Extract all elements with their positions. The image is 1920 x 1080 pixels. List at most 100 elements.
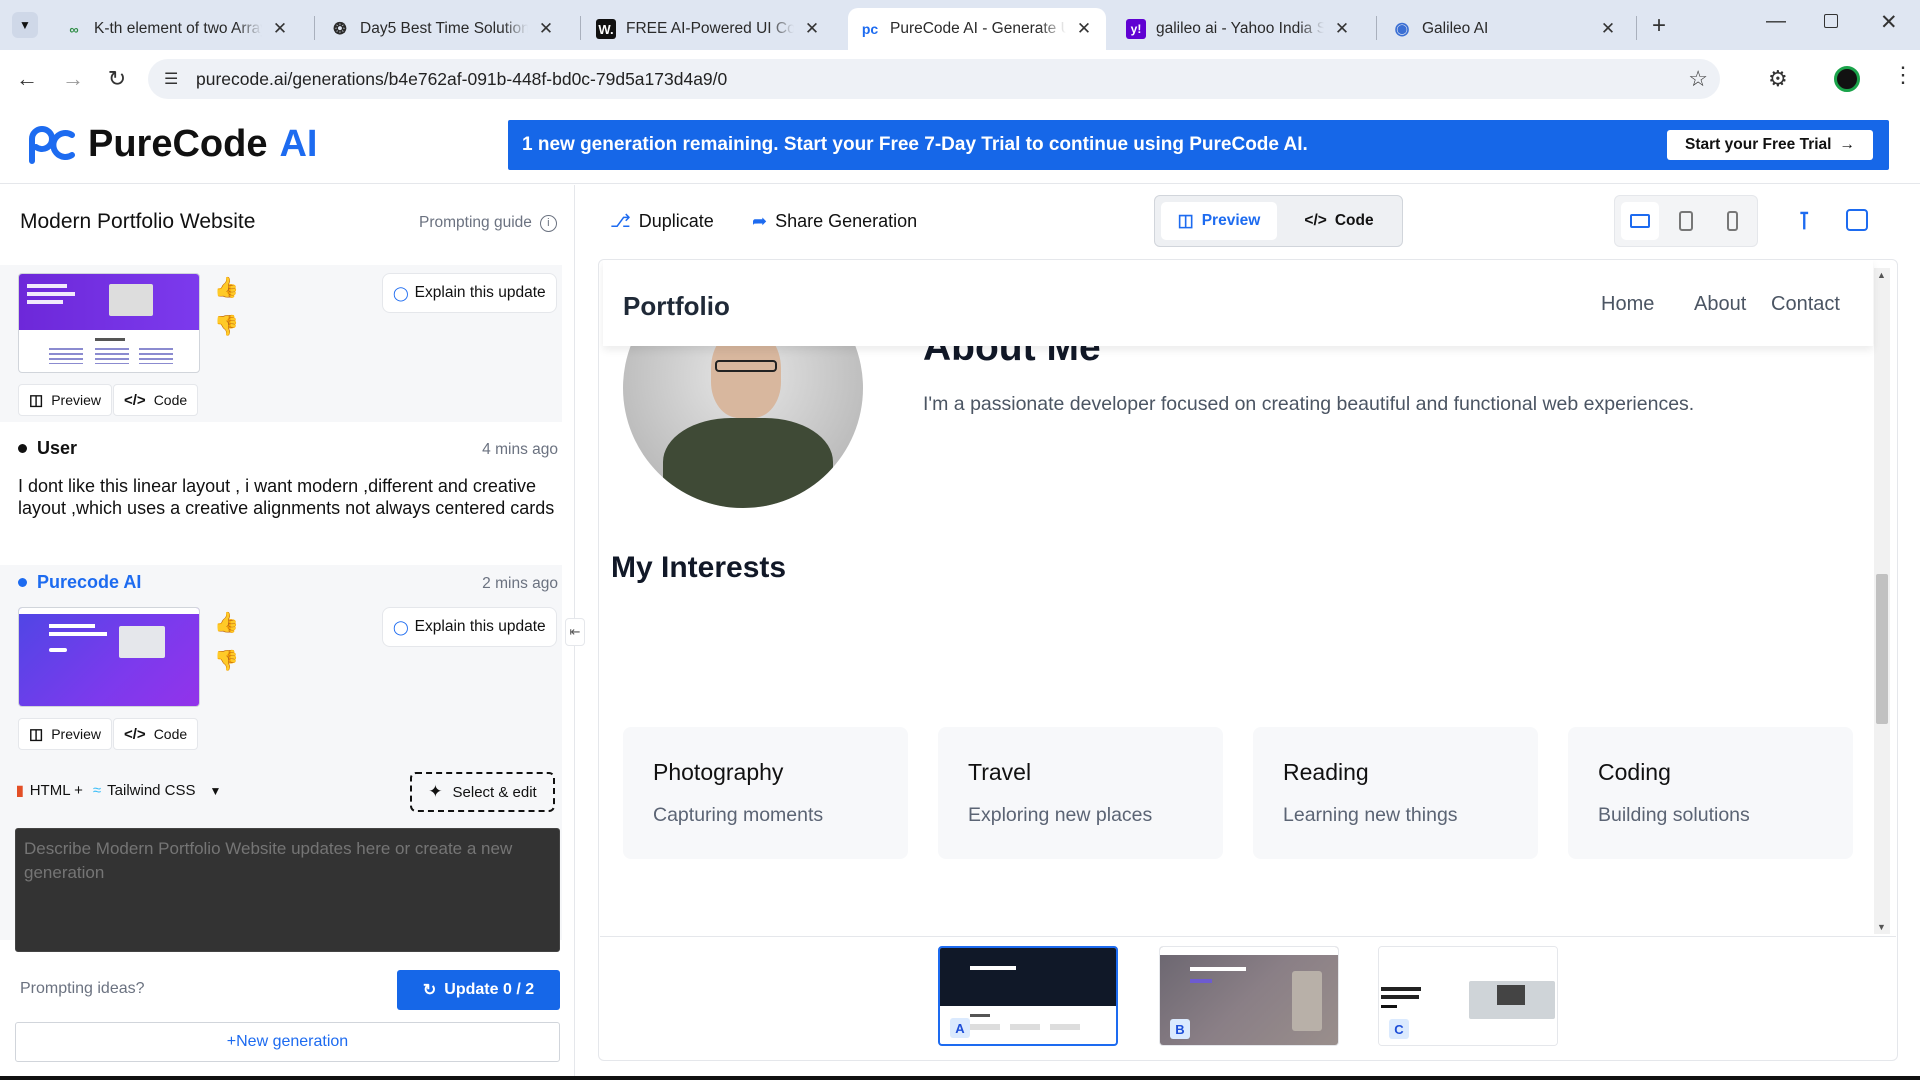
select-edit-button[interactable]: ✦ Select & edit [410, 772, 555, 812]
browser-tab[interactable]: ❂ Day5 Best Time Solution ✕ [318, 8, 568, 50]
logo-brand-text: PureCode [88, 123, 268, 165]
stack-html-label: HTML + [29, 782, 83, 799]
code-button[interactable]: </> Code [113, 384, 199, 416]
generation-thumbnail[interactable] [18, 607, 200, 707]
thumbs-down-icon[interactable]: 👎 [214, 313, 239, 338]
minimize-icon[interactable]: — [1766, 10, 1786, 33]
variant-thumbnail-c[interactable]: C [1378, 946, 1558, 1046]
code-icon: </> [124, 391, 146, 409]
browser-tab-active[interactable]: pc PureCode AI - Generate UI ✕ [848, 8, 1106, 50]
interest-card[interactable]: Reading Learning new things [1253, 727, 1538, 859]
layout-icon: ◫ [29, 392, 44, 409]
interest-card[interactable]: Photography Capturing moments [623, 727, 908, 859]
close-tab-icon[interactable]: ✕ [802, 19, 822, 39]
mobile-icon[interactable] [1713, 202, 1751, 240]
logo-ai-text: AI [279, 123, 318, 165]
preview-nav-about[interactable]: About [1694, 293, 1746, 316]
close-tab-icon[interactable]: ✕ [1598, 19, 1618, 39]
thumbs-down-icon[interactable]: 👎 [214, 648, 239, 673]
reload-icon[interactable]: ↻ [102, 64, 132, 94]
scroll-up-icon[interactable]: ▲ [1877, 270, 1886, 280]
code-icon: </> [1304, 212, 1327, 229]
prompting-ideas-link[interactable]: Prompting ideas? [20, 980, 145, 998]
preview-button[interactable]: ◫ Preview [18, 718, 112, 750]
address-bar[interactable]: ☰ purecode.ai/generations/b4e762af-091b-… [148, 59, 1720, 99]
chat-panel: Modern Portfolio Website Prompting guide… [0, 185, 585, 1080]
fork-icon: ⎇ [610, 211, 631, 231]
close-tab-icon[interactable]: ✕ [1074, 19, 1094, 39]
preview-nav-home[interactable]: Home [1601, 293, 1654, 316]
code-button[interactable]: </> Code [113, 718, 199, 750]
profile-avatar[interactable] [1834, 66, 1860, 92]
open-editor-icon[interactable] [1846, 209, 1868, 231]
browser-menu-icon[interactable]: ⋮ [1892, 62, 1914, 88]
close-window-icon[interactable]: ✕ [1880, 10, 1898, 35]
openai-icon: ❂ [333, 21, 347, 38]
close-tab-icon[interactable]: ✕ [270, 19, 290, 39]
user-message-text: I dont like this linear layout , i want … [18, 476, 555, 518]
tab-search-button[interactable]: ▼ [12, 12, 38, 38]
status-dot [18, 444, 27, 453]
start-free-trial-button[interactable]: Start your Free Trial → [1667, 130, 1873, 160]
chat-bubble-icon: ◯ [393, 618, 409, 635]
browser-tab[interactable]: ∞ K-th element of two Arrays ✕ [52, 8, 302, 50]
tailwind-icon: ≈ [92, 782, 102, 799]
close-tab-icon[interactable]: ✕ [536, 19, 556, 39]
new-generation-button[interactable]: +New generation [15, 1022, 560, 1062]
stack-selector[interactable]: ▮ HTML + ≈ Tailwind CSS ▼ [16, 782, 221, 799]
variant-thumbnail-a[interactable]: A [938, 946, 1118, 1046]
interest-card[interactable]: Travel Exploring new places [938, 727, 1223, 859]
forward-icon[interactable]: → [58, 64, 88, 94]
close-tab-icon[interactable]: ✕ [1332, 19, 1352, 39]
user-message-author: User [18, 438, 77, 459]
purecode-logo[interactable]: PureCode AI [26, 123, 317, 166]
back-icon[interactable]: ← [12, 64, 42, 94]
duplicate-button[interactable]: ⎇ Duplicate [610, 211, 714, 232]
interest-desc: Capturing moments [653, 804, 824, 826]
preview-label: Preview [51, 726, 101, 742]
extensions-icon[interactable]: ⚙ [1768, 66, 1788, 92]
share-generation-button[interactable]: ➦ Share Generation [752, 211, 917, 232]
update-button[interactable]: ↻ Update 0 / 2 [397, 970, 560, 1010]
scroll-down-icon[interactable]: ▼ [1877, 922, 1886, 932]
update-label: Update 0 / 2 [444, 981, 535, 998]
preview-nav-contact[interactable]: Contact [1771, 293, 1840, 316]
preview-scrollbar[interactable]: ▲ ▼ [1874, 268, 1890, 934]
vscode-icon[interactable]: ⊺ [1798, 207, 1811, 236]
project-title: Modern Portfolio Website [20, 210, 256, 233]
chat-bubble-icon: ◯ [393, 284, 409, 301]
code-icon: </> [124, 725, 146, 743]
preview-brand[interactable]: Portfolio [623, 291, 730, 322]
explain-update-button[interactable]: ◯ Explain this update [382, 607, 557, 647]
thumbs-up-icon[interactable]: 👍 [214, 275, 239, 300]
prompt-input[interactable] [15, 828, 560, 952]
interest-card[interactable]: Coding Building solutions [1568, 727, 1853, 859]
tab-code[interactable]: </> Code [1283, 202, 1395, 240]
code-tab-label: Code [1334, 212, 1374, 229]
new-tab-icon[interactable]: + [1652, 12, 1666, 40]
scrollbar-thumb[interactable] [1876, 574, 1888, 724]
browser-tab[interactable]: ◉ Galileo AI ✕ [1380, 8, 1630, 50]
share-label: Share Generation [775, 211, 918, 231]
code-label: Code [153, 726, 188, 742]
tab-preview[interactable]: ◫ Preview [1161, 202, 1277, 240]
view-toggle: ◫ Preview </> Code [1154, 195, 1403, 247]
desktop-icon[interactable] [1621, 202, 1659, 240]
browser-tab[interactable]: W. FREE AI-Powered UI Code G ✕ [584, 8, 834, 50]
interest-title: Reading [1283, 759, 1369, 785]
restore-icon[interactable] [1824, 14, 1838, 28]
site-info-icon[interactable]: ☰ [164, 69, 178, 89]
bookmark-star-icon[interactable]: ☆ [1688, 66, 1708, 92]
collapse-panel-icon[interactable]: ⇤ [565, 618, 585, 646]
thumbs-up-icon[interactable]: 👍 [214, 610, 239, 635]
layout-icon: ◫ [29, 726, 44, 743]
preview-tab-label: Preview [1201, 212, 1261, 229]
variant-thumbnail-b[interactable]: B [1159, 946, 1339, 1046]
explain-update-button[interactable]: ◯ Explain this update [382, 273, 557, 313]
prompting-guide-link[interactable]: Prompting guide i [419, 214, 557, 232]
tablet-icon[interactable] [1667, 202, 1705, 240]
url-text: purecode.ai/generations/b4e762af-091b-44… [196, 68, 728, 89]
preview-button[interactable]: ◫ Preview [18, 384, 112, 416]
generation-thumbnail[interactable] [18, 273, 200, 373]
browser-tab[interactable]: y! galileo ai - Yahoo India Sea ✕ [1114, 8, 1364, 50]
